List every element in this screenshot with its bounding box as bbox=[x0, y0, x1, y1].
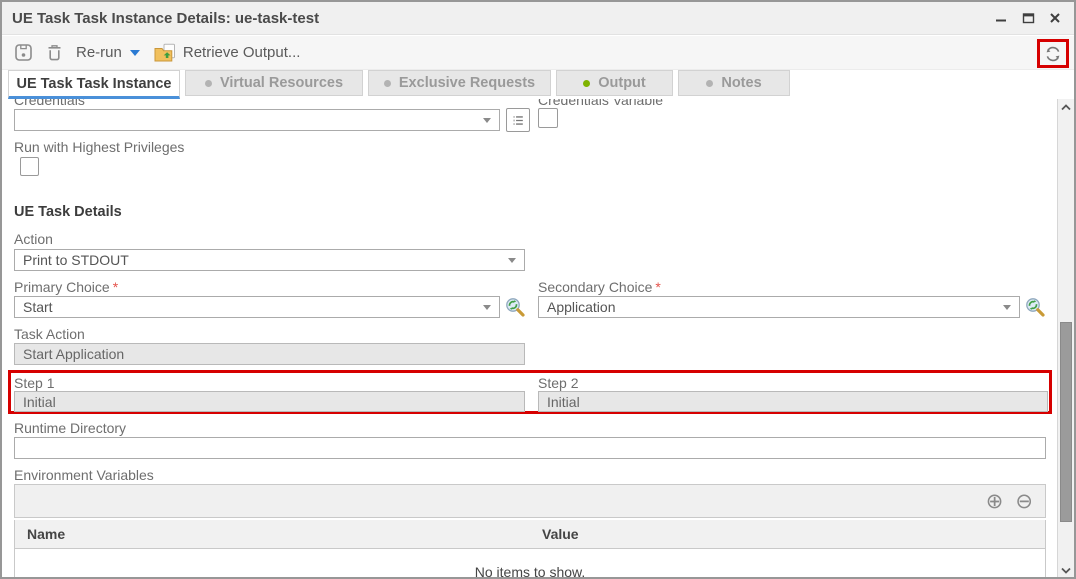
delete-button[interactable] bbox=[46, 43, 63, 62]
run-highest-privileges-label: Run with Highest Privileges bbox=[14, 139, 184, 155]
runtime-directory-input[interactable] bbox=[14, 437, 1046, 459]
scroll-down-button[interactable] bbox=[1058, 562, 1074, 579]
tab-exclusive-requests[interactable]: Exclusive Requests bbox=[368, 70, 551, 96]
step1-value: Initial bbox=[23, 394, 56, 410]
primary-choice-label: Primary Choice* bbox=[14, 279, 118, 295]
status-dot-icon bbox=[706, 80, 713, 87]
tab-notes[interactable]: Notes bbox=[678, 70, 790, 96]
task-instance-details-window: UE Task Task Instance Details: ue-task-t… bbox=[0, 0, 1076, 579]
ue-task-details-section-title: UE Task Details bbox=[14, 204, 122, 220]
close-button[interactable] bbox=[1046, 9, 1064, 27]
magnifier-refresh-icon bbox=[1024, 296, 1046, 318]
credentials-dropdown[interactable] bbox=[14, 109, 500, 131]
minimize-icon bbox=[995, 12, 1007, 24]
credentials-variable-label: Credentials Variable bbox=[538, 99, 663, 108]
step2-label: Step 2 bbox=[538, 375, 578, 391]
primary-choice-value: Start bbox=[23, 299, 483, 315]
tab-bar: UE Task Task Instance Virtual Resources … bbox=[2, 70, 1074, 99]
chevron-down-icon bbox=[1061, 567, 1071, 574]
run-highest-privileges-checkbox[interactable] bbox=[20, 157, 39, 176]
environment-variables-table-body: No items to show. bbox=[14, 549, 1046, 579]
step1-label: Step 1 bbox=[14, 375, 54, 391]
task-action-value: Start Application bbox=[23, 346, 124, 362]
tab-label: Exclusive Requests bbox=[399, 75, 535, 91]
environment-variables-header-row: Name Value bbox=[14, 520, 1046, 549]
chevron-down-icon bbox=[130, 50, 140, 56]
minimize-button[interactable] bbox=[992, 9, 1010, 27]
list-details-icon bbox=[511, 113, 526, 128]
chevron-down-icon bbox=[508, 258, 516, 263]
tab-virtual-resources[interactable]: Virtual Resources bbox=[185, 70, 363, 96]
plus-circle-icon: ⊕ bbox=[986, 489, 1004, 513]
primary-choice-label-text: Primary Choice bbox=[14, 279, 110, 295]
rerun-button[interactable]: Re-run bbox=[76, 44, 140, 61]
secondary-choice-value: Application bbox=[547, 299, 1003, 315]
remove-row-button[interactable]: ⊖ bbox=[1015, 491, 1033, 512]
primary-choice-dropdown[interactable]: Start bbox=[14, 296, 500, 318]
empty-table-message: No items to show. bbox=[15, 564, 1045, 579]
column-header-name[interactable]: Name bbox=[15, 526, 530, 542]
scrollbar-thumb[interactable] bbox=[1060, 322, 1072, 522]
task-action-field: Start Application bbox=[14, 343, 525, 365]
tab-label: Output bbox=[598, 75, 646, 91]
required-marker: * bbox=[113, 279, 118, 295]
step2-value: Initial bbox=[547, 394, 580, 410]
maximize-button[interactable] bbox=[1019, 9, 1037, 27]
title-bar: UE Task Task Instance Details: ue-task-t… bbox=[2, 2, 1074, 35]
magnifier-refresh-icon bbox=[504, 296, 526, 318]
chevron-up-icon bbox=[1061, 104, 1071, 111]
credentials-details-button[interactable] bbox=[506, 108, 530, 132]
chevron-down-icon bbox=[1003, 305, 1011, 310]
credentials-variable-checkbox[interactable] bbox=[538, 108, 558, 128]
environment-variables-toolbar: ⊕ ⊖ bbox=[14, 484, 1046, 518]
runtime-directory-label: Runtime Directory bbox=[14, 420, 126, 436]
vertical-scrollbar[interactable] bbox=[1057, 99, 1074, 579]
chevron-down-icon bbox=[483, 305, 491, 310]
credentials-label: Credentials bbox=[14, 99, 85, 108]
add-row-button[interactable]: ⊕ bbox=[986, 491, 1004, 512]
refresh-icon bbox=[1043, 44, 1063, 64]
maximize-icon bbox=[1022, 12, 1035, 24]
window-controls bbox=[992, 9, 1064, 27]
step2-field: Initial bbox=[538, 391, 1048, 412]
chevron-down-icon bbox=[483, 118, 491, 123]
secondary-choice-dropdown[interactable]: Application bbox=[538, 296, 1020, 318]
tab-label: Virtual Resources bbox=[220, 75, 343, 91]
window-title: UE Task Task Instance Details: ue-task-t… bbox=[12, 10, 319, 27]
tab-label: UE Task Task Instance bbox=[16, 76, 171, 92]
status-dot-icon bbox=[205, 80, 212, 87]
retrieve-output-label: Retrieve Output... bbox=[183, 44, 301, 61]
tab-ue-task-task-instance[interactable]: UE Task Task Instance bbox=[8, 70, 180, 99]
trash-icon bbox=[46, 43, 63, 62]
refresh-annotation-box bbox=[1037, 39, 1069, 68]
rerun-label: Re-run bbox=[76, 44, 122, 61]
form-scroll-area: Credentials Credentials Variable Run wit… bbox=[2, 99, 1057, 579]
action-toolbar: Re-run Retrieve Output... bbox=[2, 36, 1074, 70]
primary-choice-refresh-lookup-button[interactable] bbox=[503, 295, 527, 319]
retrieve-output-button[interactable]: Retrieve Output... bbox=[153, 43, 301, 63]
secondary-choice-label: Secondary Choice* bbox=[538, 279, 661, 295]
task-action-label: Task Action bbox=[14, 326, 85, 342]
tab-label: Notes bbox=[721, 75, 761, 91]
column-header-value[interactable]: Value bbox=[530, 526, 1045, 542]
refresh-button[interactable] bbox=[1043, 44, 1063, 64]
secondary-choice-label-text: Secondary Choice bbox=[538, 279, 652, 295]
secondary-choice-refresh-lookup-button[interactable] bbox=[1023, 295, 1047, 319]
action-value: Print to STDOUT bbox=[23, 252, 508, 268]
close-icon bbox=[1049, 12, 1061, 24]
minus-circle-icon: ⊖ bbox=[1015, 489, 1033, 513]
status-dot-icon bbox=[384, 80, 391, 87]
retrieve-output-icon bbox=[153, 43, 177, 63]
environment-variables-label: Environment Variables bbox=[14, 467, 154, 483]
action-label: Action bbox=[14, 231, 53, 247]
scroll-up-button[interactable] bbox=[1058, 99, 1074, 116]
save-button[interactable] bbox=[14, 43, 33, 62]
status-dot-green-icon bbox=[583, 80, 590, 87]
tab-output[interactable]: Output bbox=[556, 70, 673, 96]
step1-field: Initial bbox=[14, 391, 525, 412]
save-icon bbox=[14, 43, 33, 62]
required-marker: * bbox=[655, 279, 660, 295]
action-dropdown[interactable]: Print to STDOUT bbox=[14, 249, 525, 271]
